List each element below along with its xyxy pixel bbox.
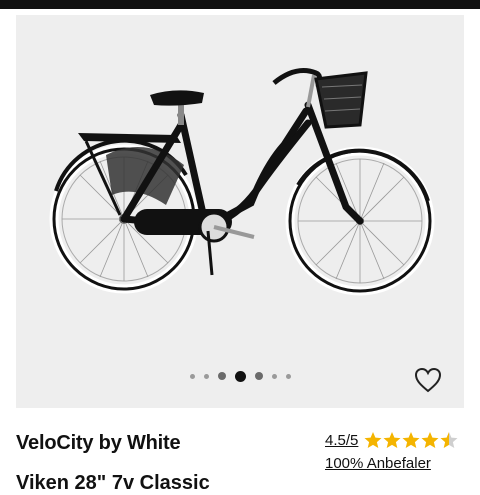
- product-image-bicycle: [49, 68, 435, 296]
- pagination-dot-active[interactable]: [234, 370, 246, 382]
- product-title: Viken 28" 7v Classic: [16, 472, 210, 494]
- pagination-dot[interactable]: [189, 373, 195, 379]
- product-brand[interactable]: VeloCity by White: [16, 432, 181, 455]
- star-icon: [421, 432, 439, 448]
- pagination-dot[interactable]: [217, 372, 226, 380]
- heart-outline-icon: [414, 367, 442, 393]
- star-icon: [364, 432, 382, 448]
- pagination-dot[interactable]: [285, 373, 291, 379]
- image-pagination: [16, 370, 464, 382]
- recommend-link[interactable]: 100% Anbefaler: [325, 455, 431, 472]
- product-image-gallery[interactable]: [16, 15, 464, 408]
- star-icon: [383, 432, 401, 448]
- pagination-dot[interactable]: [254, 372, 263, 380]
- pagination-dot[interactable]: [203, 373, 209, 379]
- rating-value[interactable]: 4.5/5: [325, 432, 358, 449]
- rating-summary[interactable]: 4.5/5: [325, 431, 458, 449]
- pagination-dot[interactable]: [271, 373, 277, 379]
- favorite-button[interactable]: [412, 365, 444, 395]
- top-bar: [0, 0, 480, 9]
- star-icon: [402, 432, 420, 448]
- star-icon: [440, 432, 458, 448]
- star-rating: [364, 431, 458, 449]
